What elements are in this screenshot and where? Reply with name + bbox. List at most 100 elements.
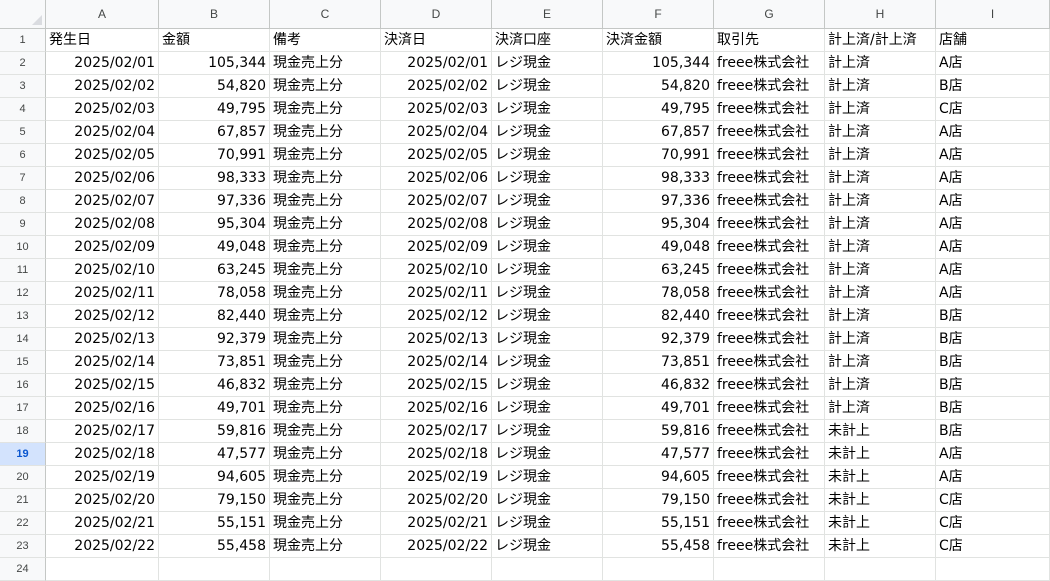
cell-b19[interactable]: 47,577 [159, 443, 270, 466]
cell-a23[interactable]: 2025/02/22 [46, 535, 159, 558]
cell-f14[interactable]: 92,379 [603, 328, 714, 351]
cell-h20[interactable]: 未計上 [825, 466, 936, 489]
row-header-14[interactable]: 14 [0, 328, 46, 351]
cell-a15[interactable]: 2025/02/14 [46, 351, 159, 374]
column-header-f[interactable]: F [603, 0, 714, 29]
cell-d20[interactable]: 2025/02/19 [381, 466, 492, 489]
cell-d16[interactable]: 2025/02/15 [381, 374, 492, 397]
cell-e21[interactable]: レジ現金 [492, 489, 603, 512]
spreadsheet-grid[interactable]: A B C D E F G H I 1 発生日 金額 備考 決済日 決済口座 決済金額 取引先 計上済/計上済 店舗… [0, 0, 1050, 581]
cell-b21[interactable]: 79,150 [159, 489, 270, 512]
cell-f24[interactable] [603, 558, 714, 581]
column-header-b[interactable]: B [159, 0, 270, 29]
cell-i4[interactable]: C店 [936, 98, 1050, 121]
cell-c2[interactable]: 現金売上分 [270, 52, 381, 75]
cell-c14[interactable]: 現金売上分 [270, 328, 381, 351]
cell-b11[interactable]: 63,245 [159, 259, 270, 282]
cell-h13[interactable]: 計上済 [825, 305, 936, 328]
cell-f4[interactable]: 49,795 [603, 98, 714, 121]
row-header-4[interactable]: 4 [0, 98, 46, 121]
cell-f18[interactable]: 59,816 [603, 420, 714, 443]
cell-g20[interactable]: freee株式会社 [714, 466, 825, 489]
cell-a13[interactable]: 2025/02/12 [46, 305, 159, 328]
cell-b1[interactable]: 金額 [159, 29, 270, 52]
cell-i6[interactable]: A店 [936, 144, 1050, 167]
cell-a9[interactable]: 2025/02/08 [46, 213, 159, 236]
cell-e10[interactable]: レジ現金 [492, 236, 603, 259]
cell-e12[interactable]: レジ現金 [492, 282, 603, 305]
cell-d12[interactable]: 2025/02/11 [381, 282, 492, 305]
cell-g23[interactable]: freee株式会社 [714, 535, 825, 558]
cell-f12[interactable]: 78,058 [603, 282, 714, 305]
cell-i18[interactable]: B店 [936, 420, 1050, 443]
cell-d2[interactable]: 2025/02/01 [381, 52, 492, 75]
cell-h15[interactable]: 計上済 [825, 351, 936, 374]
row-header-8[interactable]: 8 [0, 190, 46, 213]
cell-f5[interactable]: 67,857 [603, 121, 714, 144]
cell-i13[interactable]: B店 [936, 305, 1050, 328]
cell-d15[interactable]: 2025/02/14 [381, 351, 492, 374]
cell-g13[interactable]: freee株式会社 [714, 305, 825, 328]
cell-e2[interactable]: レジ現金 [492, 52, 603, 75]
cell-d4[interactable]: 2025/02/03 [381, 98, 492, 121]
select-all-corner[interactable] [0, 0, 46, 29]
cell-c6[interactable]: 現金売上分 [270, 144, 381, 167]
cell-a24[interactable] [46, 558, 159, 581]
cell-b15[interactable]: 73,851 [159, 351, 270, 374]
row-header-10[interactable]: 10 [0, 236, 46, 259]
cell-h7[interactable]: 計上済 [825, 167, 936, 190]
row-header-9[interactable]: 9 [0, 213, 46, 236]
cell-e17[interactable]: レジ現金 [492, 397, 603, 420]
cell-f6[interactable]: 70,991 [603, 144, 714, 167]
cell-d7[interactable]: 2025/02/06 [381, 167, 492, 190]
cell-b9[interactable]: 95,304 [159, 213, 270, 236]
cell-b20[interactable]: 94,605 [159, 466, 270, 489]
row-header-19[interactable]: 19 [0, 443, 46, 466]
cell-f13[interactable]: 82,440 [603, 305, 714, 328]
cell-d21[interactable]: 2025/02/20 [381, 489, 492, 512]
cell-f19[interactable]: 47,577 [603, 443, 714, 466]
cell-g16[interactable]: freee株式会社 [714, 374, 825, 397]
row-header-12[interactable]: 12 [0, 282, 46, 305]
cell-d18[interactable]: 2025/02/17 [381, 420, 492, 443]
cell-c22[interactable]: 現金売上分 [270, 512, 381, 535]
cell-g1[interactable]: 取引先 [714, 29, 825, 52]
cell-c17[interactable]: 現金売上分 [270, 397, 381, 420]
row-header-2[interactable]: 2 [0, 52, 46, 75]
column-header-c[interactable]: C [270, 0, 381, 29]
cell-a4[interactable]: 2025/02/03 [46, 98, 159, 121]
cell-b3[interactable]: 54,820 [159, 75, 270, 98]
cell-h6[interactable]: 計上済 [825, 144, 936, 167]
cell-d22[interactable]: 2025/02/21 [381, 512, 492, 535]
cell-d8[interactable]: 2025/02/07 [381, 190, 492, 213]
row-header-17[interactable]: 17 [0, 397, 46, 420]
cell-h21[interactable]: 未計上 [825, 489, 936, 512]
cell-a19[interactable]: 2025/02/18 [46, 443, 159, 466]
cell-e22[interactable]: レジ現金 [492, 512, 603, 535]
cell-g24[interactable] [714, 558, 825, 581]
cell-b16[interactable]: 46,832 [159, 374, 270, 397]
cell-c8[interactable]: 現金売上分 [270, 190, 381, 213]
cell-i11[interactable]: A店 [936, 259, 1050, 282]
cell-b12[interactable]: 78,058 [159, 282, 270, 305]
cell-c20[interactable]: 現金売上分 [270, 466, 381, 489]
cell-d1[interactable]: 決済日 [381, 29, 492, 52]
cell-c19[interactable]: 現金売上分 [270, 443, 381, 466]
cell-b7[interactable]: 98,333 [159, 167, 270, 190]
cell-i14[interactable]: B店 [936, 328, 1050, 351]
cell-h19[interactable]: 未計上 [825, 443, 936, 466]
cell-g22[interactable]: freee株式会社 [714, 512, 825, 535]
cell-b22[interactable]: 55,151 [159, 512, 270, 535]
row-header-15[interactable]: 15 [0, 351, 46, 374]
cell-h23[interactable]: 未計上 [825, 535, 936, 558]
cell-e16[interactable]: レジ現金 [492, 374, 603, 397]
cell-h17[interactable]: 計上済 [825, 397, 936, 420]
cell-d13[interactable]: 2025/02/12 [381, 305, 492, 328]
cell-d14[interactable]: 2025/02/13 [381, 328, 492, 351]
cell-f22[interactable]: 55,151 [603, 512, 714, 535]
cell-g2[interactable]: freee株式会社 [714, 52, 825, 75]
cell-d6[interactable]: 2025/02/05 [381, 144, 492, 167]
column-header-a[interactable]: A [46, 0, 159, 29]
cell-e3[interactable]: レジ現金 [492, 75, 603, 98]
cell-e23[interactable]: レジ現金 [492, 535, 603, 558]
